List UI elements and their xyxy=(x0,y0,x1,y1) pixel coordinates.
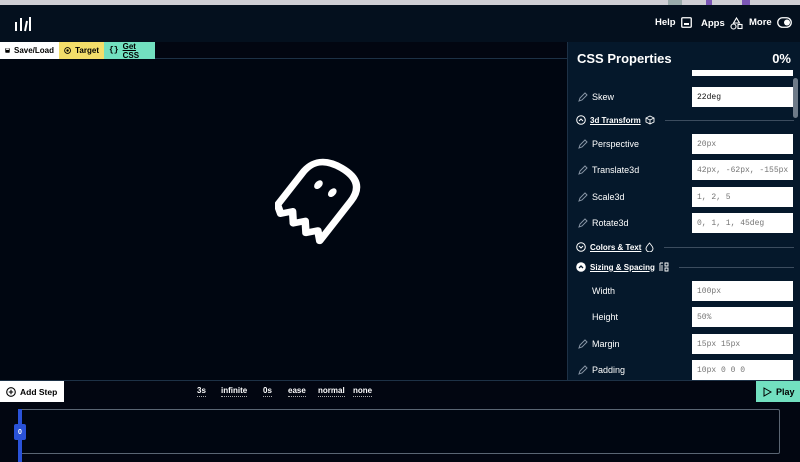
play-button[interactable]: Play xyxy=(756,381,800,403)
app-logo-icon[interactable] xyxy=(14,15,32,33)
pen-icon[interactable] xyxy=(578,165,588,175)
padding-label: Padding xyxy=(592,365,626,375)
section-sizing-spacing-label: Sizing & Spacing xyxy=(590,262,655,272)
perspective-input[interactable] xyxy=(692,134,793,154)
section-divider xyxy=(678,266,794,268)
animation-delay[interactable]: 0s xyxy=(263,386,272,397)
nav-apps-label: Apps xyxy=(701,18,725,29)
floppy-disk-icon xyxy=(5,48,10,53)
play-label: Play xyxy=(776,387,795,397)
previous-property-input[interactable] xyxy=(692,70,793,76)
panel-scrollbar[interactable] xyxy=(793,78,798,118)
target-button[interactable]: Target xyxy=(59,42,104,59)
property-row-rotate3d: Rotate3d xyxy=(578,213,793,233)
cube-icon xyxy=(645,115,655,125)
sizing-icon xyxy=(659,262,669,272)
pen-icon[interactable] xyxy=(578,365,588,375)
rotate3d-label: Rotate3d xyxy=(592,218,629,228)
scale3d-label: Scale3d xyxy=(592,192,625,202)
chevron-up-circle-icon xyxy=(576,115,586,125)
pen-icon[interactable] xyxy=(578,139,588,149)
perspective-label: Perspective xyxy=(592,139,640,149)
animation-iteration-count[interactable]: infinite xyxy=(221,386,248,397)
property-row-width: Width xyxy=(578,281,793,301)
apps-shapes-icon xyxy=(730,17,743,30)
droplet-icon xyxy=(645,242,654,252)
property-row-scale3d: Scale3d xyxy=(578,187,793,207)
target-icon xyxy=(64,47,71,54)
section-sizing-spacing[interactable]: Sizing & Spacing xyxy=(576,261,794,273)
width-label: Width xyxy=(592,286,616,296)
save-load-label: Save/Load xyxy=(13,46,54,55)
animation-fill-mode[interactable]: none xyxy=(353,386,373,397)
animation-settings-bar: Add Step 3s infinite 0s ease normal none… xyxy=(0,380,800,403)
plus-circle-icon xyxy=(6,387,16,397)
chevron-down-circle-icon xyxy=(576,242,586,252)
top-navigation-bar: Help Apps More xyxy=(0,5,800,42)
keyframe-marker[interactable]: 0 xyxy=(14,424,26,440)
section-3d-transform-label: 3d Transform xyxy=(590,115,641,125)
keyframe-timeline: 0 xyxy=(0,402,800,462)
section-colors-text[interactable]: Colors & Text xyxy=(576,241,794,253)
skew-input[interactable] xyxy=(692,87,793,107)
translate3d-label: Translate3d xyxy=(592,165,640,175)
nav-help-label: Help xyxy=(655,17,676,28)
curly-braces-icon: {} xyxy=(109,46,119,55)
property-row-skew: Skew xyxy=(578,87,793,107)
pen-placeholder xyxy=(578,286,588,296)
pen-icon[interactable] xyxy=(578,92,588,102)
css-properties-panel: CSS Properties 0% Skew 3d Transform Pers… xyxy=(567,42,800,380)
property-row-translate3d: Translate3d xyxy=(578,160,793,180)
get-css-button[interactable]: {} Get CSS xyxy=(104,41,155,60)
save-load-button[interactable]: Save/Load xyxy=(0,42,59,59)
section-divider xyxy=(664,246,794,248)
editor-toolbar: Save/Load Target {} Get CSS xyxy=(0,41,567,60)
property-row-height: Height xyxy=(578,307,793,327)
margin-label: Margin xyxy=(592,339,620,349)
width-input[interactable] xyxy=(692,281,793,301)
nav-help[interactable]: Help xyxy=(655,17,692,28)
animation-direction[interactable]: normal xyxy=(318,386,345,397)
property-row-padding: Padding xyxy=(578,360,793,380)
padding-input[interactable] xyxy=(692,360,793,380)
nav-more-label: More xyxy=(749,17,772,28)
panel-title: CSS Properties xyxy=(577,51,672,66)
pen-icon[interactable] xyxy=(578,218,588,228)
pen-icon[interactable] xyxy=(578,339,588,349)
add-step-label: Add Step xyxy=(20,387,58,397)
translate3d-input[interactable] xyxy=(692,160,793,180)
section-divider xyxy=(664,119,794,121)
scale3d-input[interactable] xyxy=(692,187,793,207)
timeline-track[interactable] xyxy=(18,409,780,454)
skew-label: Skew xyxy=(592,92,615,102)
height-label: Height xyxy=(592,312,619,322)
target-label: Target xyxy=(75,46,99,55)
property-row-margin: Margin xyxy=(578,334,793,354)
pen-icon[interactable] xyxy=(578,192,588,202)
property-row-perspective: Perspective xyxy=(578,134,793,154)
nav-apps[interactable]: Apps xyxy=(701,17,743,30)
rotate3d-input[interactable] xyxy=(692,213,793,233)
section-colors-text-label: Colors & Text xyxy=(590,242,642,252)
add-step-button[interactable]: Add Step xyxy=(0,381,64,403)
play-icon xyxy=(763,387,772,397)
pen-placeholder xyxy=(578,312,588,322)
animation-duration[interactable]: 3s xyxy=(197,386,206,397)
get-css-label: Get CSS xyxy=(122,41,140,60)
animation-timing-function[interactable]: ease xyxy=(288,386,306,397)
keyframe-percent: 0% xyxy=(772,51,791,66)
help-icon xyxy=(680,17,692,28)
height-input[interactable] xyxy=(692,307,793,327)
section-3d-transform[interactable]: 3d Transform xyxy=(576,114,794,126)
chevron-up-circle-filled-icon xyxy=(576,262,586,272)
nav-more[interactable]: More xyxy=(749,17,792,28)
toggle-icon xyxy=(776,17,792,28)
margin-input[interactable] xyxy=(692,334,793,354)
ghost-preview-element[interactable] xyxy=(275,152,375,248)
